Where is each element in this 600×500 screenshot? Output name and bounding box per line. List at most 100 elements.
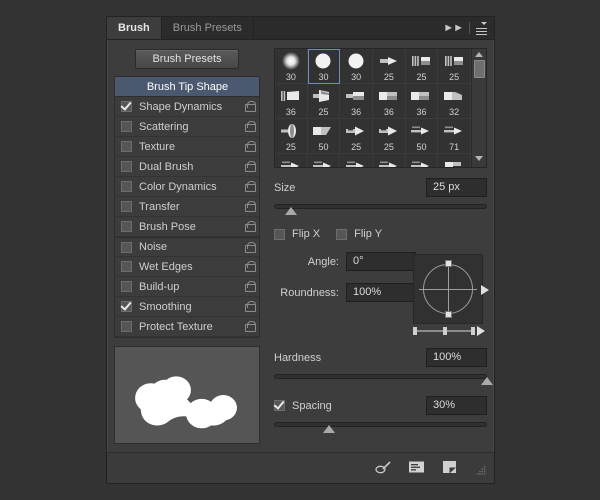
wet-edges-checkbox[interactable] bbox=[121, 261, 132, 272]
brush-tip-cell[interactable]: 36 bbox=[340, 84, 373, 119]
brush-tip-grid[interactable]: 3030302525253625363636322550252550712550… bbox=[275, 49, 471, 167]
brush-tip-cell[interactable]: 25 bbox=[340, 119, 373, 154]
brush-tip-cell[interactable]: 50 bbox=[340, 154, 373, 167]
spacing-slider[interactable] bbox=[274, 420, 487, 434]
sidebar-item-dual-brush[interactable]: Dual Brush bbox=[115, 157, 259, 177]
scattering-checkbox[interactable] bbox=[121, 121, 132, 132]
brush-tip-cell[interactable]: 36 bbox=[406, 84, 439, 119]
lock-icon[interactable] bbox=[245, 261, 254, 272]
noise-checkbox[interactable] bbox=[121, 242, 132, 253]
brush-presets-button[interactable]: Brush Presets bbox=[135, 49, 239, 69]
brush-tip-cell[interactable]: 25 bbox=[275, 119, 308, 154]
angle-input[interactable]: 0° bbox=[346, 252, 416, 271]
flip-x-option[interactable]: Flip X bbox=[274, 228, 320, 240]
lock-icon[interactable] bbox=[245, 101, 254, 112]
spacing-slider-thumb[interactable] bbox=[323, 425, 335, 433]
brush-tip-cell[interactable]: 30 bbox=[340, 49, 373, 84]
angle-roundness-area: Angle: 0° Roundness: 100% bbox=[274, 252, 487, 338]
sidebar-item-transfer[interactable]: Transfer bbox=[115, 197, 259, 217]
size-input[interactable]: 25 px bbox=[426, 178, 487, 197]
size-slider[interactable] bbox=[274, 202, 487, 216]
sidebar-item-protect-texture[interactable]: Protect Texture bbox=[115, 317, 259, 337]
brush-tip-cell[interactable]: 50 bbox=[406, 119, 439, 154]
dial-slider-bar[interactable] bbox=[413, 326, 483, 336]
new-brush-icon[interactable] bbox=[442, 460, 460, 476]
flip-y-checkbox[interactable] bbox=[336, 229, 347, 240]
panel-menu-icon[interactable] bbox=[476, 22, 487, 35]
dial-handle-bottom[interactable] bbox=[445, 311, 452, 318]
double-chevron-right-icon[interactable]: ►► bbox=[443, 23, 463, 34]
brush-tip-cell[interactable]: 50 bbox=[373, 154, 406, 167]
brush-tip-cell[interactable]: 25 bbox=[308, 84, 341, 119]
lock-icon[interactable] bbox=[245, 121, 254, 132]
lock-icon[interactable] bbox=[245, 281, 254, 292]
sidebar-item-shape-dynamics[interactable]: Shape Dynamics bbox=[115, 97, 259, 117]
brush-tip-cell[interactable]: 25 bbox=[275, 154, 308, 167]
hardness-input[interactable]: 100% bbox=[426, 348, 487, 367]
dial-handle-top[interactable] bbox=[445, 260, 452, 267]
dual-brush-checkbox[interactable] bbox=[121, 161, 132, 172]
lock-icon[interactable] bbox=[245, 141, 254, 152]
protect-texture-checkbox[interactable] bbox=[121, 321, 132, 332]
smoothing-checkbox[interactable] bbox=[121, 301, 132, 312]
tab-brush-presets[interactable]: Brush Presets bbox=[162, 17, 254, 39]
scrollbar-thumb[interactable] bbox=[474, 60, 485, 78]
color-dynamics-checkbox[interactable] bbox=[121, 181, 132, 192]
brush-tip-cell[interactable]: 25 bbox=[406, 49, 439, 84]
brush-tip-cell[interactable]: 32 bbox=[438, 84, 471, 119]
lock-icon[interactable] bbox=[245, 321, 254, 332]
sidebar-item-build-up[interactable]: Build-up bbox=[115, 277, 259, 297]
brush-tip-cell[interactable]: 25 bbox=[438, 154, 471, 167]
sidebar-item-brush-tip-shape[interactable]: Brush Tip Shape bbox=[115, 77, 259, 97]
toggle-brush-pressure-icon[interactable] bbox=[374, 460, 392, 476]
lock-icon[interactable] bbox=[245, 161, 254, 172]
tab-brush[interactable]: Brush bbox=[107, 17, 162, 39]
scroll-down-arrow-icon[interactable] bbox=[475, 156, 483, 161]
brush-tip-cell[interactable]: 36 bbox=[373, 84, 406, 119]
sidebar-item-wet-edges[interactable]: Wet Edges bbox=[115, 257, 259, 277]
hardness-slider[interactable] bbox=[274, 372, 487, 386]
sidebar-item-smoothing[interactable]: Smoothing bbox=[115, 297, 259, 317]
transfer-checkbox[interactable] bbox=[121, 201, 132, 212]
hardness-slider-thumb[interactable] bbox=[481, 377, 493, 385]
spacing-row: Spacing 30% bbox=[274, 396, 487, 415]
roundness-input[interactable]: 100% bbox=[346, 283, 416, 302]
sidebar-item-label: Smoothing bbox=[139, 301, 245, 313]
flip-x-checkbox[interactable] bbox=[274, 229, 285, 240]
texture-checkbox[interactable] bbox=[121, 141, 132, 152]
brush-tip-cell[interactable]: 36 bbox=[275, 84, 308, 119]
brush-tip-cell[interactable]: 50 bbox=[308, 154, 341, 167]
brush-tip-size-label: 71 bbox=[438, 142, 470, 152]
lock-icon[interactable] bbox=[245, 242, 254, 253]
brush-tip-cell[interactable]: 30 bbox=[275, 49, 308, 84]
brush-pose-checkbox[interactable] bbox=[121, 221, 132, 232]
create-new-preset-icon[interactable] bbox=[408, 460, 426, 476]
lock-icon[interactable] bbox=[245, 201, 254, 212]
brush-grid-scrollbar[interactable] bbox=[471, 49, 486, 167]
brush-tip-cell[interactable]: 25 bbox=[373, 119, 406, 154]
size-slider-thumb[interactable] bbox=[285, 207, 297, 215]
spacing-checkbox[interactable] bbox=[274, 400, 285, 411]
brush-tip-cell[interactable]: 25 bbox=[373, 49, 406, 84]
brush-tip-cell[interactable]: 50 bbox=[308, 119, 341, 154]
sidebar-item-color-dynamics[interactable]: Color Dynamics bbox=[115, 177, 259, 197]
spacing-input[interactable]: 30% bbox=[426, 396, 487, 415]
flip-y-option[interactable]: Flip Y bbox=[336, 228, 382, 240]
sidebar-item-scattering[interactable]: Scattering bbox=[115, 117, 259, 137]
lock-icon[interactable] bbox=[245, 181, 254, 192]
sidebar-item-brush-pose[interactable]: Brush Pose bbox=[115, 217, 259, 237]
brush-tip-cell[interactable]: 50 bbox=[406, 154, 439, 167]
sidebar-item-texture[interactable]: Texture bbox=[115, 137, 259, 157]
brush-tip-cell[interactable]: 25 bbox=[438, 49, 471, 84]
build-up-checkbox[interactable] bbox=[121, 281, 132, 292]
lock-icon[interactable] bbox=[245, 221, 254, 232]
resize-grip-icon[interactable] bbox=[476, 463, 486, 473]
angle-roundness-dial[interactable] bbox=[413, 254, 483, 324]
sidebar-item-noise[interactable]: Noise bbox=[115, 237, 259, 257]
brush-tip-cell[interactable]: 30 bbox=[308, 49, 341, 84]
brush-tip-cell[interactable]: 71 bbox=[438, 119, 471, 154]
shape-dynamics-checkbox[interactable] bbox=[121, 101, 132, 112]
brush-tip-grid-wrapper: 3030302525253625363636322550252550712550… bbox=[274, 48, 487, 168]
lock-icon[interactable] bbox=[245, 301, 254, 312]
scroll-up-arrow-icon[interactable] bbox=[475, 52, 483, 57]
